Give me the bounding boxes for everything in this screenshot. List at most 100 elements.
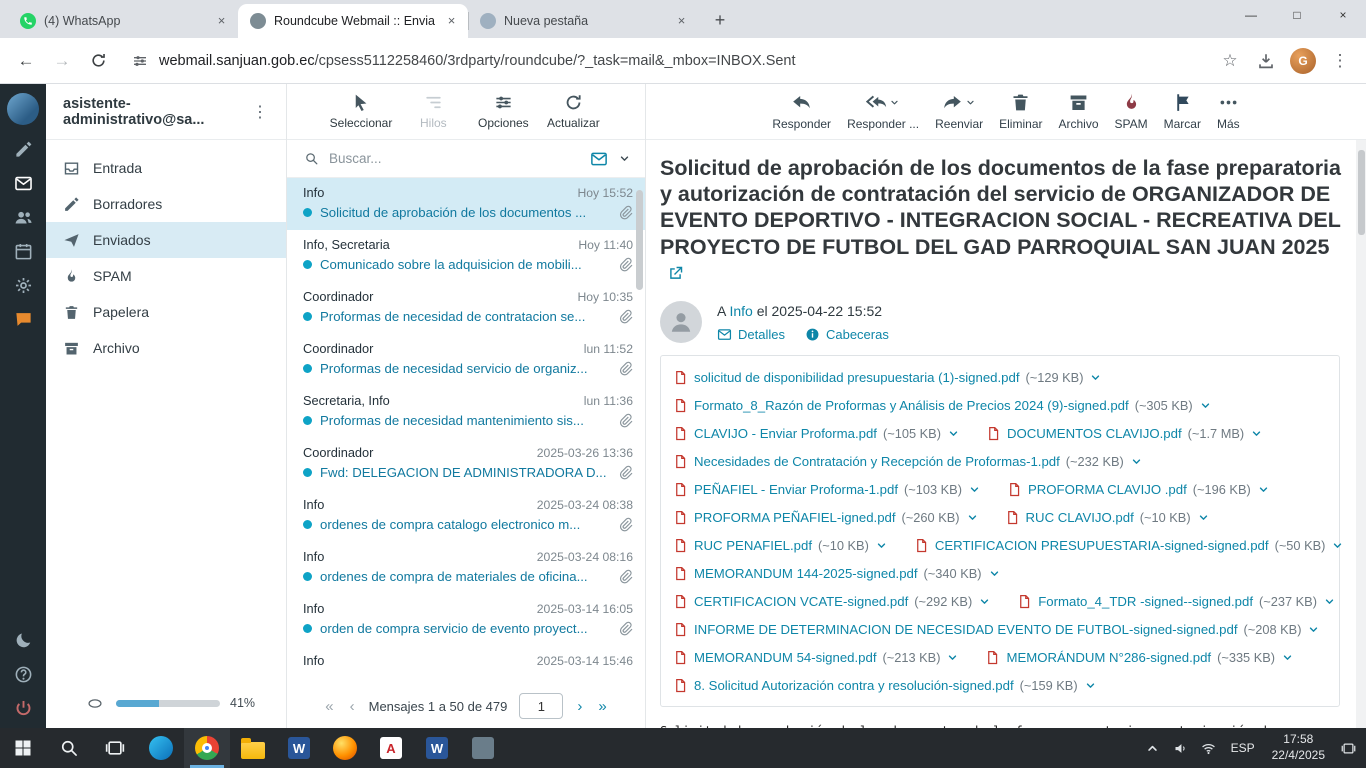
chevron-down-icon[interactable] xyxy=(1257,483,1270,496)
attachment-item[interactable]: 8. Solicitud Autorización contra y resol… xyxy=(673,678,1097,693)
headers-toggle[interactable]: Cabeceras xyxy=(805,327,889,342)
attachment-name[interactable]: Formato_4_TDR -signed--signed.pdf xyxy=(1038,594,1253,609)
chevron-down-icon[interactable] xyxy=(1323,595,1336,608)
search-scope-mail-icon[interactable] xyxy=(590,150,608,168)
first-page-button[interactable]: « xyxy=(323,698,335,715)
logout-power-icon[interactable] xyxy=(14,699,33,718)
attachment-name[interactable]: RUC CLAVIJO.pdf xyxy=(1026,510,1134,525)
search-options-chevron-icon[interactable] xyxy=(618,152,631,165)
more-button[interactable]: Más xyxy=(1217,92,1240,131)
contacts-icon[interactable] xyxy=(14,208,33,227)
attachment-item[interactable]: PROFORMA PEÑAFIEL-igned.pdf(~260 KB) xyxy=(673,510,979,525)
attachment-item[interactable]: INFORME DE DETERMINACION DE NECESIDAD EV… xyxy=(673,622,1320,637)
chevron-down-icon[interactable] xyxy=(875,539,888,552)
window-maximize-button[interactable]: □ xyxy=(1274,0,1320,30)
message-list-item[interactable]: Info, SecretariaHoy 11:40 Comunicado sob… xyxy=(287,230,645,282)
reply-button[interactable]: Responder xyxy=(772,92,831,131)
compose-icon[interactable] xyxy=(14,140,33,159)
folder-item-archivo[interactable]: Archivo xyxy=(46,330,286,366)
chevron-down-icon[interactable] xyxy=(1197,511,1210,524)
word-document-button[interactable]: W xyxy=(414,728,460,768)
new-tab-button[interactable]: + xyxy=(706,6,734,34)
search-input[interactable] xyxy=(329,151,580,166)
attachment-name[interactable]: MEMORÁNDUM N°286-signed.pdf xyxy=(1006,650,1211,665)
chevron-down-icon[interactable] xyxy=(988,567,1001,580)
attachment-name[interactable]: DOCUMENTOS CLAVIJO.pdf xyxy=(1007,426,1182,441)
message-scrollbar-thumb[interactable] xyxy=(1358,150,1365,235)
folder-item-spam[interactable]: SPAM xyxy=(46,258,286,294)
message-scrollbar-track[interactable] xyxy=(1356,140,1366,728)
previous-page-button[interactable]: ‹ xyxy=(348,698,357,715)
tab-close-icon[interactable]: × xyxy=(443,13,460,30)
chevron-down-icon[interactable] xyxy=(946,651,959,664)
tab-roundcube[interactable]: Roundcube Webmail :: Enviad... × xyxy=(238,4,468,38)
attachment-name[interactable]: CERTIFICACION VCATE-signed.pdf xyxy=(694,594,908,609)
account-menu-icon[interactable]: ⋮ xyxy=(246,98,274,126)
tab-close-icon[interactable]: × xyxy=(673,13,690,30)
attachment-name[interactable]: CERTIFICACION PRESUPUESTARIA-signed-sign… xyxy=(935,538,1269,553)
notification-center-icon[interactable] xyxy=(1334,728,1362,768)
message-list-item[interactable]: Coordinador2025-03-26 13:36 Fwd: DELEGAC… xyxy=(287,438,645,490)
start-button[interactable] xyxy=(0,728,46,768)
message-list-item[interactable]: CoordinadorHoy 10:35 Proformas de necesi… xyxy=(287,282,645,334)
reload-button[interactable] xyxy=(82,45,114,77)
edge-button[interactable] xyxy=(138,728,184,768)
chevron-down-icon[interactable] xyxy=(978,595,991,608)
chevron-down-icon[interactable] xyxy=(1331,539,1344,552)
threads-button[interactable]: Hilos xyxy=(404,93,462,130)
help-icon[interactable] xyxy=(14,665,33,684)
chevron-down-icon[interactable] xyxy=(966,511,979,524)
message-list-item[interactable]: Coordinadorlun 11:52 Proformas de necesi… xyxy=(287,334,645,386)
message-list-item[interactable]: InfoHoy 15:52 Solicitud de aprobación de… xyxy=(287,178,645,230)
chrome-button[interactable] xyxy=(184,728,230,768)
dark-mode-moon-icon[interactable] xyxy=(14,631,33,650)
mark-button[interactable]: Marcar xyxy=(1164,92,1201,131)
attachment-name[interactable]: RUC PENAFIEL.pdf xyxy=(694,538,812,553)
attachment-name[interactable]: MEMORANDUM 144-2025-signed.pdf xyxy=(694,566,918,581)
tab-close-icon[interactable]: × xyxy=(213,13,230,30)
message-list-item[interactable]: Info2025-03-24 08:38 ordenes de compra c… xyxy=(287,490,645,542)
chevron-down-icon[interactable] xyxy=(1281,651,1294,664)
volume-icon[interactable] xyxy=(1167,728,1195,768)
attachment-item[interactable]: DOCUMENTOS CLAVIJO.pdf(~1.7 MB) xyxy=(986,426,1263,441)
message-list-scrollbar[interactable] xyxy=(636,190,643,290)
attachment-item[interactable]: CERTIFICACION VCATE-signed.pdf(~292 KB) xyxy=(673,594,991,609)
file-explorer-button[interactable] xyxy=(230,728,276,768)
attachment-item[interactable]: solicitud de disponibilidad presupuestar… xyxy=(673,370,1102,385)
message-list-item[interactable]: Info2025-03-24 08:16 ordenes de compra d… xyxy=(287,542,645,594)
tab-new-page[interactable]: Nueva pestaña × xyxy=(468,4,698,38)
attachment-item[interactable]: RUC CLAVIJO.pdf(~10 KB) xyxy=(1005,510,1210,525)
attachment-name[interactable]: PROFORMA CLAVIJO .pdf xyxy=(1028,482,1187,497)
keyboard-language[interactable]: ESP xyxy=(1223,741,1263,755)
recipient-link[interactable]: Info xyxy=(729,303,752,319)
archive-button[interactable]: Archivo xyxy=(1058,92,1098,131)
next-page-button[interactable]: › xyxy=(575,698,584,715)
chevron-down-icon[interactable] xyxy=(1084,679,1097,692)
tab-whatsapp[interactable]: (4) WhatsApp × xyxy=(8,4,238,38)
attachment-item[interactable]: CERTIFICACION PRESUPUESTARIA-signed-sign… xyxy=(914,538,1345,553)
attachment-name[interactable]: 8. Solicitud Autorización contra y resol… xyxy=(694,678,1014,693)
browser-menu-icon[interactable]: ⋮ xyxy=(1324,45,1356,77)
attachment-item[interactable]: Necesidades de Contratación y Recepción … xyxy=(673,454,1143,469)
address-bar[interactable]: webmail.sanjuan.gob.ec/cpsess5112258460/… xyxy=(118,53,1210,69)
chevron-down-icon[interactable] xyxy=(1307,623,1320,636)
downloads-icon[interactable] xyxy=(1250,45,1282,77)
taskbar-search-button[interactable] xyxy=(46,728,92,768)
attachment-item[interactable]: PROFORMA CLAVIJO .pdf(~196 KB) xyxy=(1007,482,1270,497)
word-button[interactable]: W xyxy=(276,728,322,768)
folder-item-entrada[interactable]: Entrada xyxy=(46,150,286,186)
attachment-item[interactable]: MEMORANDUM 54-signed.pdf(~213 KB) xyxy=(673,650,959,665)
attachment-item[interactable]: Formato_8_Razón de Proformas y Análisis … xyxy=(673,398,1212,413)
chevron-down-icon[interactable] xyxy=(968,483,981,496)
taskbar-clock[interactable]: 17:58 22/4/2025 xyxy=(1263,732,1334,763)
chevron-down-icon[interactable] xyxy=(1199,399,1212,412)
site-settings-icon[interactable] xyxy=(132,53,148,69)
attachment-item[interactable]: PEÑAFIEL - Enviar Proforma-1.pdf(~103 KB… xyxy=(673,482,981,497)
options-button[interactable]: Opciones xyxy=(474,93,532,130)
attachment-item[interactable]: MEMORANDUM 144-2025-signed.pdf(~340 KB) xyxy=(673,566,1001,581)
acrobat-button[interactable]: A xyxy=(368,728,414,768)
attachment-name[interactable]: Formato_8_Razón de Proformas y Análisis … xyxy=(694,398,1129,413)
pinned-app-button[interactable] xyxy=(460,728,506,768)
window-minimize-button[interactable]: — xyxy=(1228,0,1274,30)
forward-button[interactable]: Reenviar xyxy=(935,92,983,131)
